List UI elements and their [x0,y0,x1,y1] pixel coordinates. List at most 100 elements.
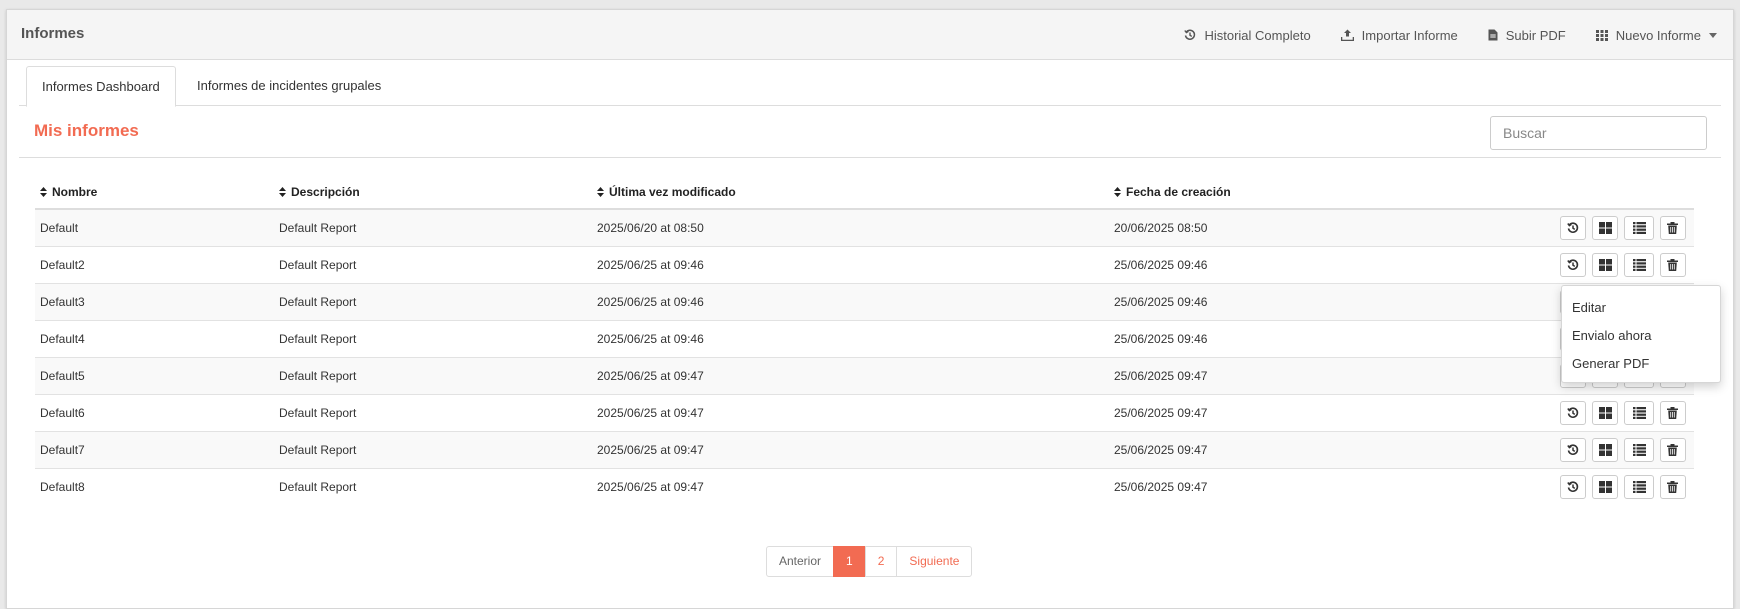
cell-description: Default Report [274,208,592,246]
cell-modified: 2025/06/25 at 09:46 [592,282,1109,320]
upload-pdf-label: Subir PDF [1505,27,1566,43]
trash-icon [1667,258,1678,271]
dashboard-button[interactable] [1592,215,1618,240]
delete-button[interactable] [1660,474,1686,499]
cell-name: Default4 [35,319,274,357]
column-header-actions [1512,175,1694,210]
table-row: Default6 Default Report 2025/06/25 at 09:4… [35,393,1694,431]
row-actions [1512,208,1694,246]
dashboard-button[interactable] [1592,252,1618,277]
tab-informes-dashboard[interactable]: Informes Dashboard [26,66,176,107]
dashboard-button[interactable] [1592,437,1618,462]
trash-icon [1667,443,1678,456]
sort-icon [597,187,604,198]
cell-name: Default5 [35,356,274,394]
cell-name: Default6 [35,393,274,431]
section-header: Mis informes [19,106,1721,158]
history-icon [1184,29,1196,40]
report-tabs: Informes Dashboard Informes de incidente… [19,66,1721,107]
history-icon [1567,443,1579,455]
tab-informes-incidentes-grupales[interactable]: Informes de incidentes grupales [182,66,396,106]
upload-pdf-button[interactable]: Subir PDF [1488,28,1566,43]
cell-name: Default [35,208,274,246]
cell-name: Default8 [35,467,274,505]
pagination-next[interactable]: Siguiente [896,546,973,577]
delete-button[interactable] [1660,437,1686,462]
cell-name: Default2 [35,245,274,283]
table-row: Default Default Report 2025/06/20 at 08:50… [35,208,1694,246]
trash-icon [1667,406,1678,419]
page-title: Informes [21,25,85,42]
pagination-previous[interactable]: Anterior [766,546,835,577]
trash-icon [1667,480,1678,493]
dashboard-icon [1599,221,1612,234]
list-icon [1633,406,1646,419]
cell-created: 25/06/2025 09:46 [1109,245,1512,283]
delete-button[interactable] [1660,400,1686,425]
list-icon [1633,221,1646,234]
search-input[interactable] [1490,116,1707,150]
dashboard-button[interactable] [1592,400,1618,425]
dashboard-icon [1599,443,1612,456]
new-report-dropdown[interactable]: Nuevo Informe [1595,27,1717,43]
column-header-nombre[interactable]: Nombre [35,175,274,210]
table-row: Default2 Default Report 2025/06/25 at 09:4… [35,245,1694,283]
cell-created: 25/06/2025 09:47 [1109,430,1512,468]
list-button[interactable] [1624,252,1654,277]
history-button[interactable] [1560,400,1586,425]
list-icon [1633,443,1646,456]
trash-icon [1667,221,1678,234]
cell-modified: 2025/06/20 at 08:50 [592,208,1109,246]
list-button[interactable] [1624,437,1654,462]
dashboard-icon [1599,406,1612,419]
cell-modified: 2025/06/25 at 09:47 [592,356,1109,394]
section-title: Mis informes [34,121,139,140]
dashboard-button[interactable] [1592,474,1618,499]
new-report-label: Nuevo Informe [1615,27,1701,43]
delete-button[interactable] [1660,215,1686,240]
cell-description: Default Report [274,393,592,431]
history-button[interactable] [1560,252,1586,277]
row-actions [1512,430,1694,468]
history-button[interactable]: Historial Completo [1184,27,1311,43]
cell-created: 20/06/2025 08:50 [1109,208,1512,246]
delete-button[interactable] [1660,252,1686,277]
menu-item-editar[interactable]: Editar [1562,294,1720,322]
pagination-page-2[interactable]: 2 [864,546,898,577]
history-button-label: Historial Completo [1204,27,1311,43]
cell-modified: 2025/06/25 at 09:46 [592,319,1109,357]
menu-item-envialo-ahora[interactable]: Envialo ahora [1562,322,1720,350]
history-button[interactable] [1560,437,1586,462]
table-row: Default3 Default Report 2025/06/25 at 09:4… [35,282,1694,320]
cell-description: Default Report [274,430,592,468]
header-actions: Historial Completo Importar Informe Subi… [1154,10,1717,60]
panel-header: Informes Historial Completo Importar Inf… [7,10,1733,60]
row-actions-dropdown-menu: Editar Envialo ahora Generar PDF [1561,285,1721,383]
menu-item-generar-pdf[interactable]: Generar PDF [1562,350,1720,378]
file-icon [1488,29,1498,41]
list-button[interactable] [1624,474,1654,499]
cell-modified: 2025/06/25 at 09:47 [592,393,1109,431]
history-button[interactable] [1560,215,1586,240]
pagination-page-1[interactable]: 1 [833,546,866,577]
row-actions [1512,467,1694,505]
cell-name: Default7 [35,430,274,468]
dashboard-icon [1599,258,1612,271]
row-actions [1512,393,1694,431]
column-header-descripcion[interactable]: Descripción [274,175,592,210]
cell-description: Default Report [274,467,592,505]
table-row: Default5 Default Report 2025/06/25 at 09:4… [35,356,1694,394]
list-button[interactable] [1624,215,1654,240]
history-icon [1567,258,1579,270]
cell-modified: 2025/06/25 at 09:46 [592,245,1109,283]
import-report-button[interactable]: Importar Informe [1340,28,1458,43]
cell-description: Default Report [274,319,592,357]
column-header-fecha-creacion[interactable]: Fecha de creación [1109,175,1512,210]
dashboard-icon [1599,480,1612,493]
sort-icon [279,187,286,198]
list-button[interactable] [1624,400,1654,425]
column-header-ultima-modificacion[interactable]: Última vez modificado [592,175,1109,210]
reports-table: Nombre Descripción Última vez modificado… [35,175,1694,505]
cell-created: 25/06/2025 09:47 [1109,393,1512,431]
history-button[interactable] [1560,474,1586,499]
